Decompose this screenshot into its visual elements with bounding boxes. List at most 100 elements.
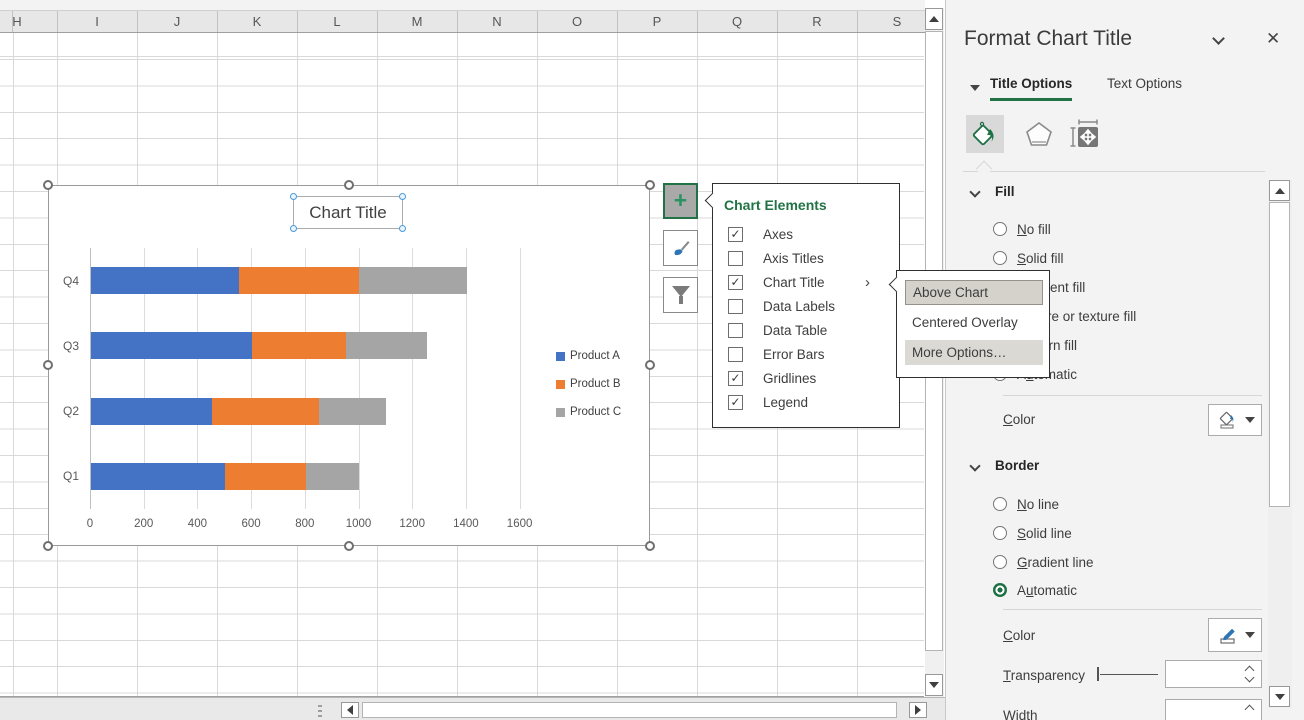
checkbox-unchecked[interactable] (728, 346, 743, 362)
pane-menu-chevron-icon[interactable] (1212, 32, 1225, 45)
fill-option-solid-fill[interactable]: Solid fill (993, 248, 1064, 268)
column-header-H[interactable]: H (0, 11, 57, 33)
chart-handle-n[interactable] (344, 180, 354, 190)
checkbox-checked[interactable]: ✓ (728, 394, 743, 410)
chart-handle-e[interactable] (645, 360, 655, 370)
bar-segment-product-a[interactable] (91, 332, 253, 360)
fill-collapse-chevron-icon[interactable] (969, 186, 981, 198)
scroll-up-button[interactable] (925, 8, 943, 30)
spin-up-icon[interactable] (1244, 704, 1255, 715)
pane-scroll-down-button[interactable] (1269, 686, 1290, 707)
column-header-S[interactable]: S (857, 11, 925, 33)
pane-scroll-up-button[interactable] (1269, 180, 1290, 201)
chart-title-textbox[interactable]: Chart Title (290, 193, 406, 232)
checkbox-unchecked[interactable] (728, 298, 743, 314)
scroll-down-button[interactable] (925, 674, 943, 696)
size-properties-icon-tab[interactable] (1066, 115, 1104, 153)
scrollbar-resize-grip[interactable] (318, 705, 322, 718)
menu-item-legend[interactable]: ✓ Legend (713, 390, 899, 414)
column-header-K[interactable]: K (217, 11, 297, 33)
effects-icon-tab[interactable] (1020, 115, 1058, 153)
chart-handle-sw[interactable] (43, 541, 53, 551)
border-option-automatic[interactable]: Automatic (993, 580, 1077, 600)
transparency-slider-track[interactable] (1100, 674, 1158, 675)
border-option-gradient-line[interactable]: Gradient line (993, 552, 1094, 572)
menu-item-axes[interactable]: ✓ Axes (713, 222, 899, 246)
chart-handle-se[interactable] (645, 541, 655, 551)
bar-segment-product-c[interactable] (305, 462, 360, 490)
chart-handle-s[interactable] (344, 541, 354, 551)
grid-horizontal-scrollbar[interactable] (0, 697, 945, 720)
border-collapse-chevron-icon[interactable] (969, 460, 981, 472)
checkbox-unchecked[interactable] (728, 250, 743, 266)
chart-handle-nw[interactable] (43, 180, 53, 190)
horizontal-scroll-thumb[interactable] (362, 702, 897, 718)
legend-item[interactable]: Product A (556, 350, 620, 362)
title-handle-nw[interactable] (290, 193, 297, 200)
transparency-slider-thumb[interactable] (1097, 667, 1099, 681)
legend-item[interactable]: Product B (556, 378, 621, 390)
pane-scroll-thumb[interactable] (1269, 202, 1290, 507)
checkbox-checked[interactable]: ✓ (728, 274, 743, 290)
width-input[interactable] (1165, 699, 1262, 720)
bar-row-q2[interactable] (91, 397, 387, 425)
menu-item-error-bars[interactable]: Error Bars (713, 342, 899, 366)
checkbox-checked[interactable]: ✓ (728, 226, 743, 242)
radio-unselected[interactable] (993, 251, 1007, 265)
column-header-M[interactable]: M (377, 11, 457, 33)
radio-unselected[interactable] (993, 526, 1007, 540)
bar-segment-product-c[interactable] (359, 267, 467, 295)
chart-elements-button[interactable]: + (663, 183, 698, 219)
fill-section-header[interactable]: Fill (995, 184, 1015, 199)
bar-row-q1[interactable] (91, 462, 360, 490)
fill-color-button[interactable] (1208, 404, 1262, 436)
bar-segment-product-b[interactable] (225, 462, 306, 490)
border-option-no-line[interactable]: No line (993, 494, 1059, 514)
column-header-R[interactable]: R (777, 11, 857, 33)
radio-unselected[interactable] (993, 497, 1007, 511)
checkbox-unchecked[interactable] (728, 322, 743, 338)
radio-unselected[interactable] (993, 222, 1007, 236)
submenu-item-centered-overlay[interactable]: Centered Overlay (905, 310, 1043, 335)
column-header-N[interactable]: N (457, 11, 537, 33)
bar-segment-product-a[interactable] (91, 462, 226, 490)
column-header-L[interactable]: L (297, 11, 377, 33)
bar-row-q4[interactable] (91, 267, 467, 295)
submenu-chevron-icon[interactable]: › (865, 274, 870, 291)
title-handle-sw[interactable] (290, 225, 297, 232)
menu-item-data-table[interactable]: Data Table (713, 318, 899, 342)
tab-dropdown-icon[interactable] (970, 85, 980, 91)
border-section-header[interactable]: Border (995, 458, 1039, 473)
transparency-input[interactable] (1165, 660, 1262, 688)
close-icon[interactable]: ✕ (1266, 29, 1280, 49)
scroll-left-button[interactable] (341, 702, 359, 718)
chart-handle-ne[interactable] (645, 180, 655, 190)
column-header-O[interactable]: O (537, 11, 617, 33)
column-header-P[interactable]: P (617, 11, 697, 33)
menu-item-data-labels[interactable]: Data Labels (713, 294, 899, 318)
radio-unselected[interactable] (993, 555, 1007, 569)
chart-filters-button[interactable] (663, 277, 698, 313)
column-header-J[interactable]: J (137, 11, 217, 33)
scroll-right-button[interactable] (909, 702, 927, 718)
tab-title-options[interactable]: Title Options (990, 76, 1073, 101)
menu-item-axis-titles[interactable]: Axis Titles (713, 246, 899, 270)
submenu-item-more-options-[interactable]: More Options… (905, 340, 1043, 365)
bar-segment-product-a[interactable] (91, 397, 212, 425)
border-option-solid-line[interactable]: Solid line (993, 523, 1072, 543)
border-color-button[interactable] (1208, 618, 1262, 652)
menu-item-gridlines[interactable]: ✓ Gridlines (713, 366, 899, 390)
column-header-Q[interactable]: Q (697, 11, 777, 33)
tab-text-options[interactable]: Text Options (1107, 76, 1182, 91)
title-handle-ne[interactable] (399, 193, 406, 200)
bar-segment-product-b[interactable] (238, 267, 360, 295)
bar-segment-product-b[interactable] (211, 397, 320, 425)
title-handle-se[interactable] (399, 225, 406, 232)
checkbox-checked[interactable]: ✓ (728, 370, 743, 386)
legend-item[interactable]: Product C (556, 406, 621, 418)
chart-styles-button[interactable] (663, 230, 698, 266)
chart-handle-w[interactable] (43, 360, 53, 370)
bar-segment-product-c[interactable] (319, 397, 387, 425)
chart-object[interactable]: 0 200 400 600 800 1000 1200 1400 1600 Q4 Q3 Q2 Q1 Ch… (43, 180, 655, 551)
spin-down-icon[interactable] (1244, 672, 1255, 683)
